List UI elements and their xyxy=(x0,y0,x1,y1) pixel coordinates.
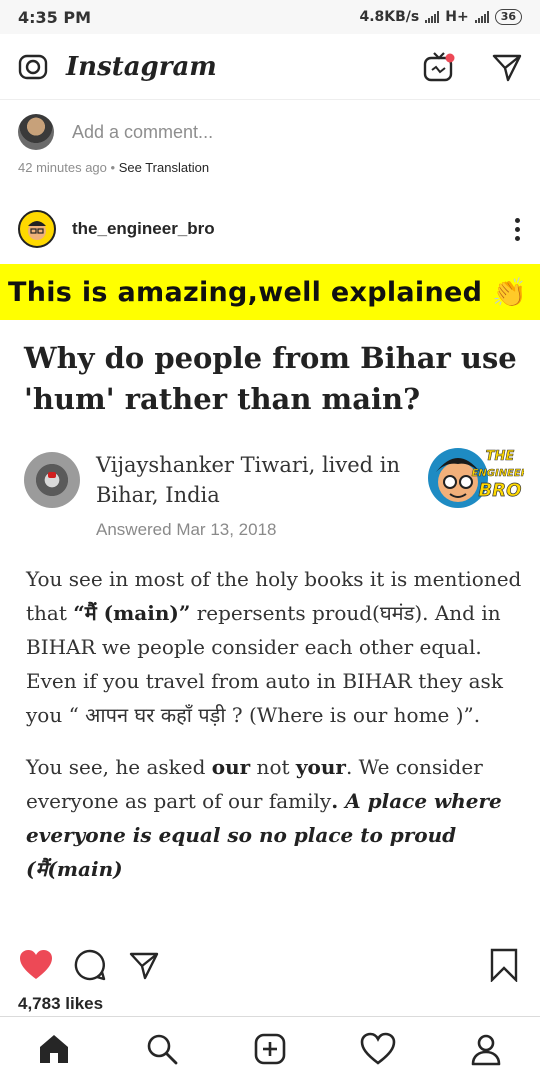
question-title: Why do people from Bihar use 'hum' rathe… xyxy=(24,341,517,416)
signal-icon xyxy=(425,11,440,23)
answer-author: Vijayshanker Tiwari, lived in Bihar, Ind… xyxy=(96,453,401,507)
profile-icon[interactable] xyxy=(462,1025,510,1073)
home-icon[interactable] xyxy=(30,1025,78,1073)
status-time: 4:35 PM xyxy=(18,7,92,27)
user-avatar xyxy=(18,114,54,150)
engineer-bro-logo: THE ENGINEER BRO xyxy=(428,448,524,508)
status-right: 4.8KB/s H+ 36 xyxy=(359,9,522,25)
instagram-logo: Instagram xyxy=(66,51,217,82)
clap-emoji: 👏 xyxy=(492,276,528,308)
network-speed: 4.8KB/s xyxy=(359,9,420,25)
meta-separator: • xyxy=(110,160,116,175)
signal-icon-2 xyxy=(474,11,489,23)
more-options-icon[interactable] xyxy=(512,217,522,241)
comment-row: Add a comment... xyxy=(18,114,213,150)
answer-body: You see in most of the holy books it is … xyxy=(26,562,522,904)
answer-paragraph-1: You see in most of the holy books it is … xyxy=(26,567,522,727)
status-bar: 4:35 PM 4.8KB/s H+ 36 xyxy=(0,0,540,34)
search-icon[interactable] xyxy=(138,1025,186,1073)
banner-text: This is amazing,well explained xyxy=(8,276,483,308)
battery-icon: 36 xyxy=(494,9,522,25)
logo-line-1: THE xyxy=(486,449,515,464)
igtv-icon[interactable] xyxy=(422,50,456,84)
like-heart-icon[interactable] xyxy=(16,945,56,985)
post-meta: 42 minutes ago • See Translation xyxy=(18,160,209,175)
post-actions xyxy=(0,940,540,990)
likes-count[interactable]: 4,783 likes xyxy=(18,994,103,1014)
see-translation-link[interactable]: See Translation xyxy=(119,160,209,175)
bottom-nav xyxy=(0,1016,540,1080)
add-comment-input[interactable]: Add a comment... xyxy=(72,122,213,143)
time-ago: 42 minutes ago xyxy=(18,160,107,175)
camera-icon[interactable] xyxy=(16,50,50,84)
post-header: the_engineer_bro xyxy=(0,205,540,253)
activity-icon[interactable] xyxy=(354,1025,402,1073)
logo-line-3: BRO xyxy=(479,480,522,501)
answered-date: Answered Mar 13, 2018 xyxy=(96,520,277,539)
comment-icon[interactable] xyxy=(70,945,110,985)
post-image[interactable]: This is amazing,well explained 👏 Why do … xyxy=(0,264,540,934)
app-header: Instagram xyxy=(0,34,540,100)
bookmark-icon[interactable] xyxy=(484,945,524,985)
network-type: H+ xyxy=(445,9,469,25)
caption-banner: This is amazing,well explained 👏 xyxy=(0,264,540,320)
answer-author-avatar xyxy=(24,452,80,508)
post-author-avatar[interactable] xyxy=(18,210,56,248)
direct-message-icon[interactable] xyxy=(490,50,524,84)
post-username[interactable]: the_engineer_bro xyxy=(72,219,215,239)
answer-paragraph-2: You see, he asked our not your. We consi… xyxy=(26,755,502,881)
share-icon[interactable] xyxy=(124,945,164,985)
new-post-icon[interactable] xyxy=(246,1025,294,1073)
logo-line-2: ENGINEER xyxy=(472,468,524,479)
